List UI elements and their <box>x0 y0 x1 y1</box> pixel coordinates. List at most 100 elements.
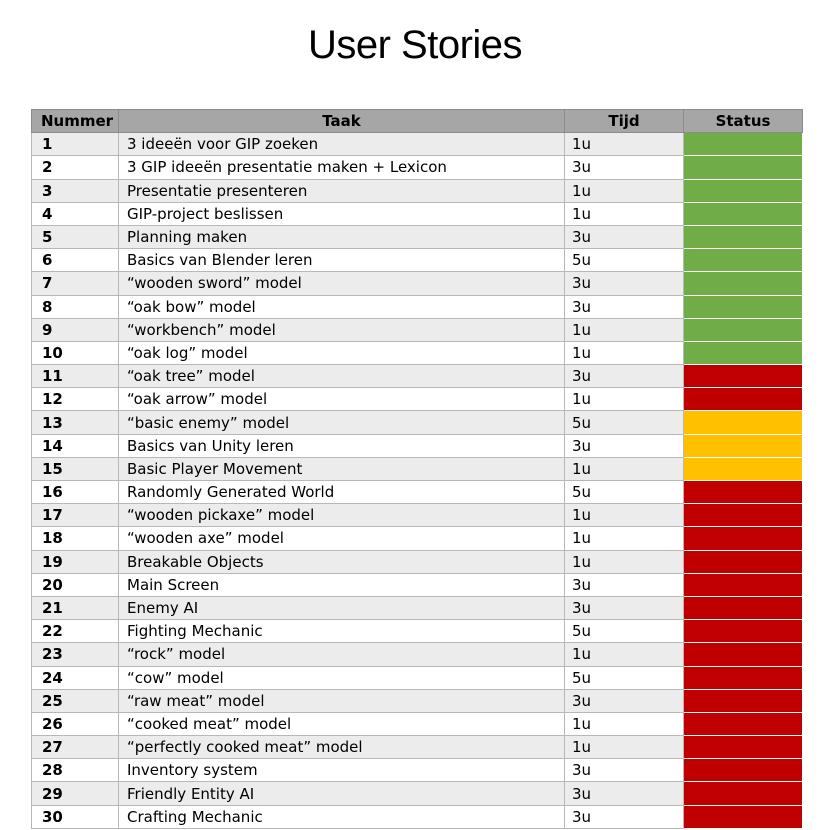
row-time: 1u <box>564 735 684 760</box>
row-time: 3u <box>564 224 684 250</box>
row-number: 8 <box>31 294 119 319</box>
table-row: 4 GIP-project beslissen 1u <box>31 201 803 226</box>
table-row: 16 Randomly Generated World 5u <box>31 479 803 505</box>
row-number: 18 <box>31 526 119 551</box>
row-task: “oak bow” model <box>118 294 565 319</box>
row-task: Enemy AI <box>118 595 565 621</box>
row-number: 24 <box>31 665 119 690</box>
table-row: 28 Inventory system 3u <box>31 758 803 783</box>
row-task: “oak log” model <box>118 340 565 366</box>
row-number: 22 <box>31 619 119 644</box>
table-row: 30 Crafting Mechanic 3u <box>31 804 803 829</box>
row-status-indicator <box>683 526 803 551</box>
row-time: 5u <box>564 665 684 690</box>
table-row: 13 “basic enemy” model 5u <box>31 410 803 435</box>
row-number: 28 <box>31 758 119 783</box>
row-task: “cow” model <box>118 665 565 690</box>
row-time: 3u <box>564 758 684 783</box>
row-number: 14 <box>31 433 119 458</box>
column-header-task: Taak <box>118 108 565 134</box>
row-status-indicator <box>683 642 803 667</box>
column-header-time: Tijd <box>564 108 684 134</box>
table-row: 23 GIP ideeën presentatie maken + Lexico… <box>31 155 803 180</box>
row-task: Planning maken <box>118 224 565 250</box>
row-task: “workbench” model <box>118 317 565 342</box>
user-stories-table: Nummer Taak Tijd Status 13 ideeën voor G… <box>31 108 803 829</box>
table-row: 23 “rock” model 1u <box>31 642 803 667</box>
row-number: 11 <box>31 364 119 389</box>
row-number: 17 <box>31 503 119 528</box>
row-time: 1u <box>564 178 684 203</box>
row-number: 29 <box>31 781 119 806</box>
row-status-indicator <box>683 503 803 528</box>
row-status-indicator <box>683 456 803 482</box>
table-row: 13 ideeën voor GIP zoeken 1u <box>31 132 803 157</box>
row-status-indicator <box>683 317 803 342</box>
row-number: 1 <box>31 132 119 157</box>
row-task: Main Screen <box>118 572 565 597</box>
row-time: 1u <box>564 340 684 366</box>
row-number: 2 <box>31 155 119 180</box>
table-row: 24 “cow” model 5u <box>31 665 803 690</box>
row-time: 1u <box>564 387 684 412</box>
row-number: 21 <box>31 595 119 621</box>
table-row: 17 “wooden pickaxe” model 1u <box>31 503 803 528</box>
row-number: 26 <box>31 711 119 737</box>
row-number: 27 <box>31 735 119 760</box>
row-status-indicator <box>683 665 803 690</box>
row-status-indicator <box>683 804 803 829</box>
row-status-indicator <box>683 595 803 621</box>
table-row: 7 “wooden sword” model 3u <box>31 271 803 296</box>
row-task: “rock” model <box>118 642 565 667</box>
row-number: 13 <box>31 410 119 435</box>
row-time: 1u <box>564 711 684 737</box>
row-number: 16 <box>31 479 119 505</box>
page-title: User Stories <box>307 23 523 67</box>
table-row: 15 Basic Player Movement 1u <box>31 456 803 482</box>
row-task: “oak arrow” model <box>118 387 565 412</box>
row-time: 3u <box>564 155 684 180</box>
row-time: 1u <box>564 317 684 342</box>
table-row: 27 “perfectly cooked meat” model 1u <box>31 735 803 760</box>
table-row: 25 “raw meat” model 3u <box>31 688 803 713</box>
row-task: Basics van Unity leren <box>118 433 565 458</box>
row-status-indicator <box>683 549 803 574</box>
row-status-indicator <box>683 271 803 296</box>
row-number: 10 <box>31 340 119 366</box>
row-status-indicator <box>683 248 803 273</box>
row-number: 6 <box>31 248 119 273</box>
row-time: 5u <box>564 619 684 644</box>
row-time: 1u <box>564 549 684 574</box>
row-number: 9 <box>31 317 119 342</box>
row-number: 20 <box>31 572 119 597</box>
row-task: “cooked meat” model <box>118 711 565 737</box>
row-number: 12 <box>31 387 119 412</box>
row-task: “perfectly cooked meat” model <box>118 735 565 760</box>
row-status-indicator <box>683 410 803 435</box>
row-time: 1u <box>564 503 684 528</box>
row-time: 3u <box>564 595 684 621</box>
column-header-status: Status <box>683 108 803 134</box>
table-row: 12 “oak arrow” model 1u <box>31 387 803 412</box>
row-task: “oak tree” model <box>118 364 565 389</box>
table-row: 8 “oak bow” model 3u <box>31 294 803 319</box>
row-status-indicator <box>683 572 803 597</box>
row-status-indicator <box>683 201 803 226</box>
row-task: Randomly Generated World <box>118 479 565 505</box>
row-time: 3u <box>564 433 684 458</box>
row-time: 3u <box>564 781 684 806</box>
row-task: 3 GIP ideeën presentatie maken + Lexicon <box>118 155 565 180</box>
row-task: “raw meat” model <box>118 688 565 713</box>
row-status-indicator <box>683 294 803 319</box>
row-task: Inventory system <box>118 758 565 783</box>
row-task: “wooden pickaxe” model <box>118 503 565 528</box>
row-time: 5u <box>564 410 684 435</box>
row-number: 7 <box>31 271 119 296</box>
row-status-indicator <box>683 711 803 737</box>
row-number: 30 <box>31 804 119 829</box>
row-status-indicator <box>683 619 803 644</box>
row-number: 3 <box>31 178 119 203</box>
row-status-indicator <box>683 340 803 366</box>
row-status-indicator <box>683 387 803 412</box>
table-row: 10 “oak log” model 1u <box>31 340 803 366</box>
